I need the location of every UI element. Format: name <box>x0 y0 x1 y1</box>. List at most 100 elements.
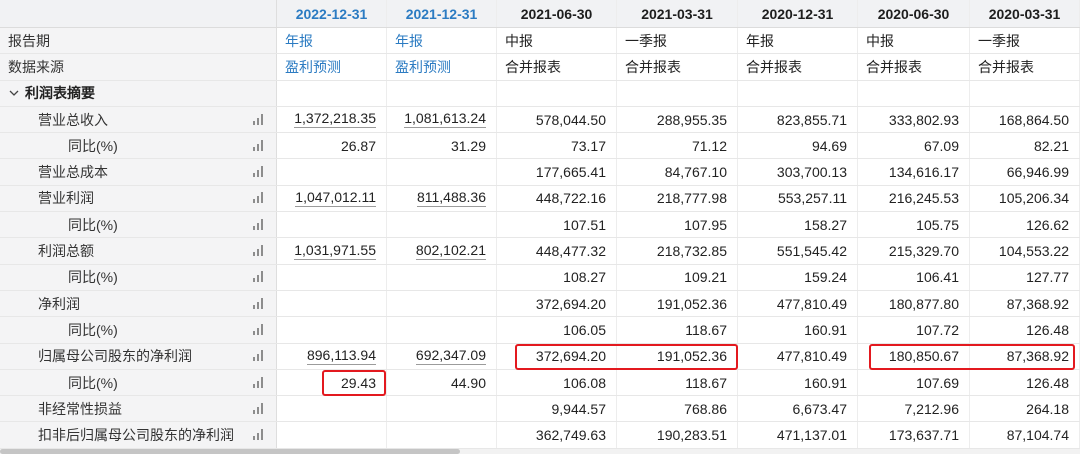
value-cell: 578,044.50 <box>497 106 617 133</box>
bar-chart-icon[interactable] <box>253 166 264 178</box>
value-cell[interactable]: 896,113.94 <box>277 343 387 369</box>
value-cell <box>387 159 497 185</box>
forecast-value-link[interactable]: 1,047,012.11 <box>295 189 376 207</box>
report-period-value: 一季报 <box>617 28 738 54</box>
horizontal-scrollbar[interactable] <box>0 449 1080 454</box>
row-operating-profit: 营业利润 1,047,012.11 811,488.36 448,722.16 … <box>0 185 1080 213</box>
row-yoy-net-profit-attributable: 同比(%) 29.43 44.90 106.08 118.67 160.91 1… <box>0 369 1080 397</box>
forecast-value-link[interactable]: 1,081,613.24 <box>404 111 486 129</box>
bar-chart-icon[interactable] <box>253 271 264 283</box>
value-cell: 160.91 <box>738 317 858 343</box>
value-cell: 218,777.98 <box>617 185 738 212</box>
value-cell <box>277 396 387 422</box>
value-cell: 82.21 <box>970 133 1080 159</box>
column-header-date: 2020-03-31 <box>970 0 1080 27</box>
forecast-value-link[interactable]: 692,347.09 <box>415 347 486 365</box>
chevron-down-icon[interactable] <box>8 87 20 99</box>
row-label: 同比(%) <box>68 269 118 286</box>
bar-chart-icon[interactable] <box>253 218 264 230</box>
value-cell <box>277 290 387 317</box>
row-yoy-total-operating-revenue: 同比(%) 26.87 31.29 73.17 71.12 94.69 67.0… <box>0 133 1080 160</box>
bar-chart-icon[interactable] <box>253 139 264 151</box>
value-cell[interactable]: 811,488.36 <box>387 185 497 212</box>
forecast-value-link[interactable]: 896,113.94 <box>306 347 376 365</box>
forecast-value-link[interactable]: 1,372,218.35 <box>294 111 376 129</box>
row-label-cell: 营业总收入 <box>0 106 277 133</box>
value-cell: 768.86 <box>617 396 738 422</box>
bar-chart-icon[interactable] <box>253 323 264 335</box>
value-cell <box>277 422 387 448</box>
bar-chart-icon[interactable] <box>253 376 264 388</box>
row-label-cell: 同比(%) <box>0 264 277 290</box>
data-source-value: 合并报表 <box>617 54 738 80</box>
value-cell: 126.62 <box>970 212 1080 238</box>
bar-chart-icon[interactable] <box>253 245 264 257</box>
empty-cell <box>858 80 970 106</box>
value-cell: 87,368.92 <box>970 290 1080 317</box>
value-cell: 31.29 <box>387 133 497 159</box>
section-header-income-statement[interactable]: 利润表摘要 <box>0 80 1080 107</box>
value-cell[interactable]: 692,347.09 <box>387 343 497 369</box>
value-cell: 218,732.85 <box>617 238 738 264</box>
value-cell <box>277 159 387 185</box>
row-label-cell: 营业总成本 <box>0 159 277 185</box>
row-label-cell: 利润总额 <box>0 238 277 264</box>
column-header-date[interactable]: 2022-12-31 <box>277 0 387 27</box>
data-source-row: 数据来源 盈利预测 盈利预测 合并报表 合并报表 合并报表 合并报表 合并报表 <box>0 54 1080 81</box>
report-period-link[interactable]: 年报 <box>277 28 387 54</box>
data-source-value: 合并报表 <box>858 54 970 80</box>
value-cell[interactable]: 1,081,613.24 <box>387 106 497 133</box>
value-cell: 104,553.22 <box>970 238 1080 264</box>
value-cell[interactable]: 1,031,971.55 <box>277 238 387 264</box>
value-cell[interactable]: 1,372,218.35 <box>277 106 387 133</box>
data-source-value: 合并报表 <box>738 54 858 80</box>
forecast-value-link[interactable]: 811,488.36 <box>416 189 486 207</box>
row-net-profit: 净利润 372,694.20 191,052.36 477,810.49 180… <box>0 290 1080 318</box>
bar-chart-icon[interactable] <box>253 192 264 204</box>
bar-chart-icon[interactable] <box>253 402 264 414</box>
row-label: 同比(%) <box>68 137 118 154</box>
value-cell: 303,700.13 <box>738 159 858 185</box>
report-period-value: 中报 <box>497 28 617 54</box>
value-cell <box>387 212 497 238</box>
value-cell: 191,052.36 <box>617 343 738 369</box>
report-period-value: 一季报 <box>970 28 1080 54</box>
value-cell: 106.05 <box>497 317 617 343</box>
row-label-cell: 同比(%) <box>0 212 277 238</box>
bar-chart-icon[interactable] <box>253 113 264 125</box>
row-label-cell: 非经常性损益 <box>0 396 277 422</box>
data-source-link[interactable]: 盈利预测 <box>277 54 387 80</box>
bar-chart-icon[interactable] <box>253 429 264 441</box>
row-label-cell: 营业利润 <box>0 185 277 212</box>
data-source-link[interactable]: 盈利预测 <box>387 54 497 80</box>
value-cell: 288,955.35 <box>617 106 738 133</box>
forecast-value-link[interactable]: 1,031,971.55 <box>294 242 376 260</box>
value-cell: 87,104.74 <box>970 422 1080 448</box>
column-header-date: 2020-12-31 <box>738 0 858 27</box>
value-cell: 134,616.17 <box>858 159 970 185</box>
scrollbar-thumb[interactable] <box>0 449 460 454</box>
value-cell: 107.51 <box>497 212 617 238</box>
value-cell: 107.95 <box>617 212 738 238</box>
row-label: 净利润 <box>38 295 80 312</box>
value-cell: 94.69 <box>738 133 858 159</box>
section-toggle[interactable]: 利润表摘要 <box>0 80 277 106</box>
column-header-row: 2022-12-31 2021-12-31 2021-06-30 2021-03… <box>0 0 1080 28</box>
value-cell: 6,673.47 <box>738 396 858 422</box>
value-cell: 180,877.80 <box>858 290 970 317</box>
value-cell[interactable]: 802,102.21 <box>387 238 497 264</box>
column-header-date[interactable]: 2021-12-31 <box>387 0 497 27</box>
value-cell: 160.91 <box>738 369 858 396</box>
value-cell: 66,946.99 <box>970 159 1080 185</box>
bar-chart-icon[interactable] <box>253 350 264 362</box>
row-label: 报告期 <box>0 28 277 54</box>
value-cell: 71.12 <box>617 133 738 159</box>
report-period-link[interactable]: 年报 <box>387 28 497 54</box>
bar-chart-icon[interactable] <box>253 297 264 309</box>
value-cell: 29.43 <box>277 369 387 396</box>
value-cell[interactable]: 1,047,012.11 <box>277 185 387 212</box>
report-period-row: 报告期 年报 年报 中报 一季报 年报 中报 一季报 <box>0 28 1080 55</box>
forecast-value-link[interactable]: 802,102.21 <box>415 242 486 260</box>
row-label-cell: 净利润 <box>0 290 277 317</box>
row-label-cell: 同比(%) <box>0 369 277 396</box>
